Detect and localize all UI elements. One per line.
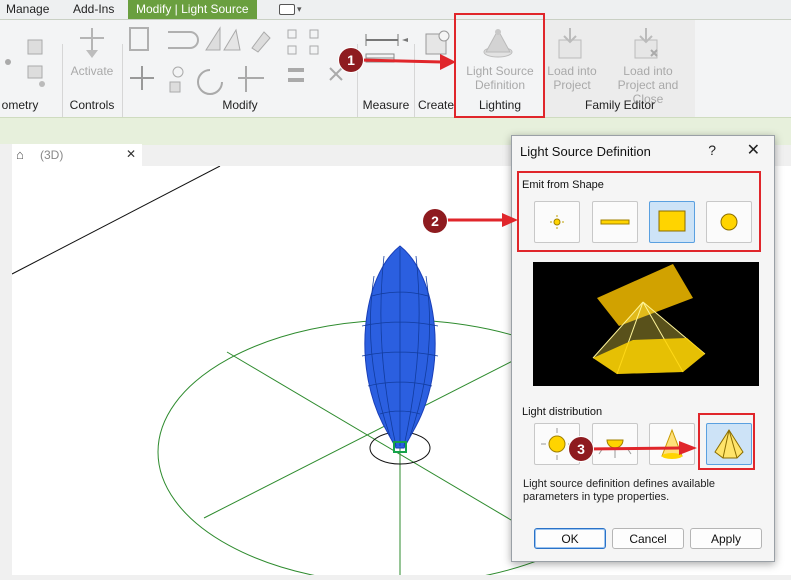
- callout-badge-3: 3: [569, 437, 593, 461]
- panel-label-create: Create: [417, 98, 455, 112]
- callout-badge-2: 2: [423, 209, 447, 233]
- cancel-button[interactable]: Cancel: [612, 528, 684, 549]
- view-tab-close-icon[interactable]: ✕: [126, 147, 136, 161]
- tab-modify-light-source[interactable]: Modify | Light Source: [128, 0, 257, 19]
- geometry-tools-icon[interactable]: [0, 34, 55, 94]
- callout-arrow-1: [360, 54, 456, 70]
- reference-line: [11, 165, 221, 275]
- panel-label-measure: Measure: [362, 98, 410, 112]
- view-tab-3d[interactable]: ⌂ (3D) ✕: [12, 144, 142, 167]
- light-photometric-web-shape[interactable]: [361, 245, 439, 453]
- light-preview-image: [533, 262, 759, 386]
- panel-label-controls: Controls: [69, 98, 115, 112]
- activate-control-icon[interactable]: [76, 26, 108, 60]
- chevron-down-icon[interactable]: ▾: [297, 0, 302, 19]
- photometric-web-highlight: [698, 413, 755, 470]
- ok-button[interactable]: OK: [534, 528, 606, 549]
- apply-button[interactable]: Apply: [690, 528, 762, 549]
- home-icon[interactable]: ⌂: [16, 147, 24, 162]
- load-into-project-line1: Load into: [547, 64, 597, 78]
- light-distribution-label: Light distribution: [522, 406, 603, 418]
- callout-arrow-3: [585, 441, 697, 455]
- load-into-project-label[interactable]: Load into Project: [539, 64, 605, 92]
- modify-tools-icon[interactable]: [128, 26, 348, 98]
- tab-add-ins[interactable]: Add-Ins: [73, 0, 114, 19]
- dialog-title: Light Source Definition: [520, 144, 651, 159]
- tab-manage[interactable]: Manage: [6, 0, 49, 19]
- load-into-project-line2: Project: [553, 78, 591, 92]
- ribbon-display-icon[interactable]: [279, 4, 295, 15]
- load-into-project-close-icon[interactable]: [629, 26, 663, 60]
- lighting-panel-highlight: [454, 13, 545, 118]
- callout-arrow-2: [440, 213, 518, 227]
- panel-label-family-editor: Family Editor: [584, 98, 655, 112]
- panel-label-geometry: ometry: [1, 98, 39, 112]
- load-into-project-close-line1: Load into: [623, 64, 673, 78]
- callout-badge-1: 1: [339, 48, 363, 72]
- panel-label-modify: Modify: [222, 98, 258, 112]
- dialog-description: Light source definition defines availabl…: [523, 478, 716, 503]
- view-tab-title: (3D): [40, 148, 64, 162]
- load-into-project-icon[interactable]: [553, 26, 587, 60]
- ribbon-tab-bar: Manage Add-Ins Modify | Light Source ▾: [0, 0, 791, 20]
- activate-button-label: Activate: [70, 64, 114, 78]
- close-icon[interactable]: ✕: [747, 140, 760, 160]
- help-icon[interactable]: ?: [708, 142, 716, 158]
- emit-shape-highlight: [517, 171, 761, 252]
